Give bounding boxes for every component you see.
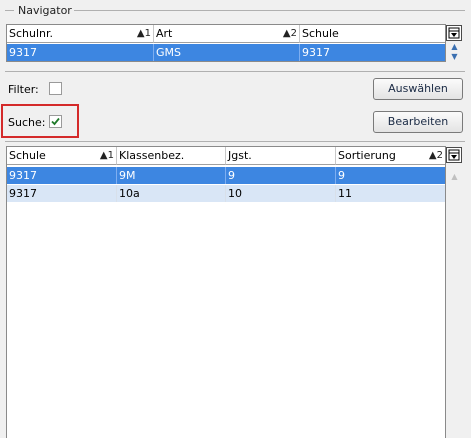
- column-header-schulnr[interactable]: Schulnr. ▲1: [7, 25, 154, 43]
- scroll-up-icon[interactable]: ▲: [446, 171, 463, 182]
- cell-klassenbez: 9M: [117, 167, 226, 184]
- filter-checkbox[interactable]: [49, 82, 62, 95]
- auswaehlen-button[interactable]: Auswählen: [373, 78, 463, 100]
- column-header-art[interactable]: Art ▲2: [154, 25, 300, 43]
- navigator-group-title: Navigator: [16, 4, 74, 17]
- table-row[interactable]: 9317 10a 10 11: [7, 185, 445, 202]
- column-chooser-icon[interactable]: [446, 25, 462, 41]
- column-header-label: Schule: [9, 149, 46, 162]
- cell-schule: 9317: [7, 185, 117, 202]
- navigator-group-border: [5, 10, 14, 11]
- column-header-label: Schulnr.: [9, 27, 54, 40]
- column-header-sortierung[interactable]: Sortierung ▲2: [336, 147, 445, 165]
- table-row[interactable]: 9317 9M 9 9: [7, 167, 445, 184]
- sort-ascending-icon: ▲1: [136, 28, 151, 39]
- column-header-klassenbez[interactable]: Klassenbez.: [117, 147, 226, 165]
- navigator-group-border: [70, 10, 465, 11]
- table-row[interactable]: 9317 GMS 9317: [7, 44, 445, 61]
- scroll-down-icon[interactable]: ▼: [446, 51, 463, 62]
- cell-jgst: 9: [226, 167, 336, 184]
- bearbeiten-button[interactable]: Bearbeiten: [373, 111, 463, 133]
- cell-art: GMS: [154, 44, 300, 61]
- column-header-schule[interactable]: Schule: [300, 25, 445, 43]
- column-chooser-icon[interactable]: [446, 147, 462, 163]
- vertical-scrollbar[interactable]: ▲: [446, 165, 463, 438]
- suche-label: Suche:: [8, 116, 46, 129]
- cell-schule: 9317: [302, 46, 330, 59]
- navigator-grid[interactable]: Schulnr. ▲1 Art ▲2 Schule 9317 GMS 9317: [6, 24, 446, 62]
- column-header-label: Art: [156, 27, 173, 40]
- column-header-label: Klassenbez.: [119, 149, 185, 162]
- cell-sortierung: 9: [338, 169, 345, 182]
- checkmark-icon: [51, 117, 60, 126]
- separator: [5, 141, 465, 142]
- column-header-label: Schule: [302, 27, 339, 40]
- filter-label: Filter:: [8, 83, 39, 96]
- suche-checkbox[interactable]: [49, 115, 62, 128]
- cell-jgst: 10: [226, 185, 336, 202]
- column-header-label: Jgst.: [228, 149, 252, 162]
- column-header-schule[interactable]: Schule ▲1: [7, 147, 117, 165]
- sort-ascending-icon: ▲2: [282, 28, 297, 39]
- column-header-jgst[interactable]: Jgst.: [226, 147, 336, 165]
- column-header-label: Sortierung: [338, 149, 396, 162]
- cell-schulnr: 9317: [7, 44, 154, 61]
- classes-grid[interactable]: Schule ▲1 Klassenbez. Jgst. Sortierung ▲…: [6, 146, 446, 438]
- cell-klassenbez: 10a: [117, 185, 226, 202]
- cell-sortierung: 11: [338, 187, 352, 200]
- separator: [5, 71, 465, 72]
- cell-schule: 9317: [7, 167, 117, 184]
- sort-ascending-icon: ▲2: [428, 150, 443, 161]
- sort-ascending-icon: ▲1: [99, 150, 114, 161]
